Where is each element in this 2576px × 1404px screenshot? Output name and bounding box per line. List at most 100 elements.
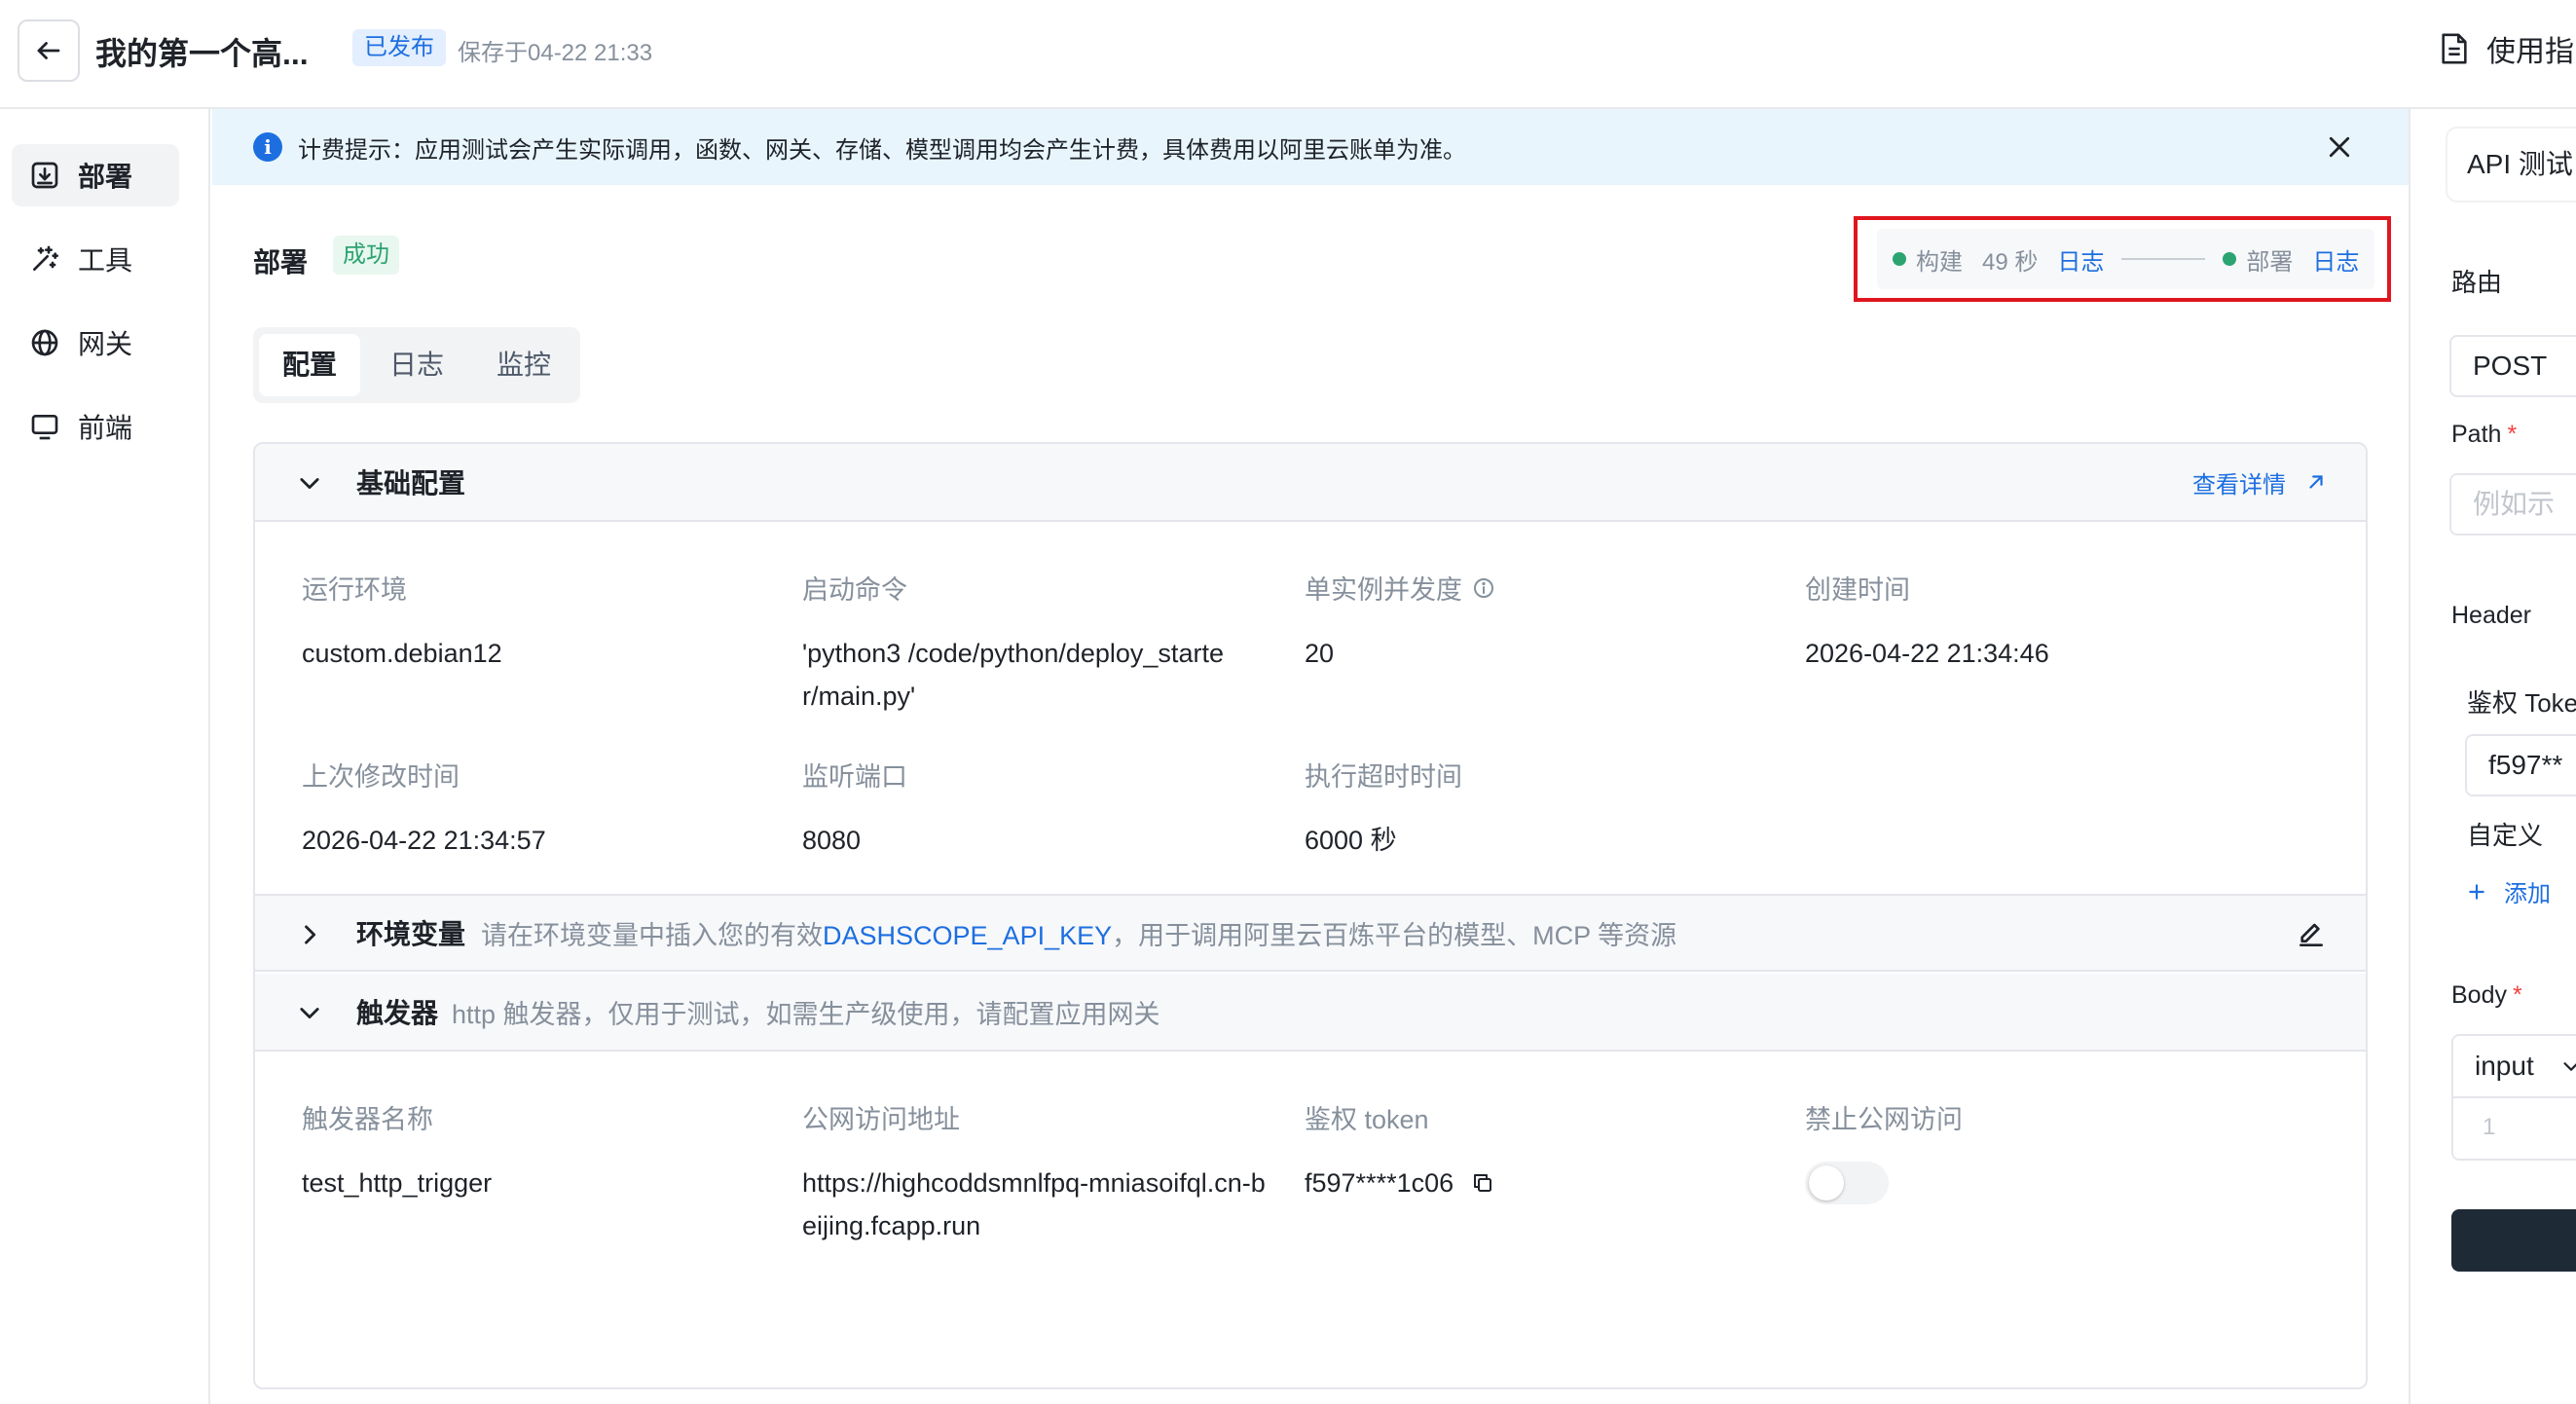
http-method-select[interactable]: POST: [2449, 335, 2576, 397]
line-number: 1: [2483, 1114, 2496, 1140]
trigger-header[interactable]: 触发器 http 触发器，仅用于测试，如需生产级使用，请配置应用网关: [255, 974, 2366, 1052]
back-button[interactable]: [18, 19, 80, 82]
field-modified-time: 上次修改时间 2026-04-22 21:34:57: [302, 756, 546, 862]
field-label: 运行环境: [302, 575, 407, 605]
env-vars-title: 环境变量: [356, 919, 466, 949]
close-icon[interactable]: [2325, 132, 2354, 162]
trigger-description: http 触发器，仅用于测试，如需生产级使用，请配置应用网关: [452, 999, 1160, 1029]
field-value: custom.debian12: [302, 639, 502, 668]
field-listen-port: 监听端口 8080: [802, 756, 907, 862]
api-key-highlight: DASHSCOPE_API_KEY: [823, 920, 1113, 950]
path-input[interactable]: 例如示: [2449, 473, 2576, 536]
sidebar-item-label: 工具: [78, 245, 133, 276]
auth-token-input[interactable]: f597**: [2465, 734, 2576, 796]
usage-guide-link[interactable]: 使用指: [2440, 27, 2574, 70]
billing-banner: i 计费提示：应用测试会产生实际调用，函数、网关、存储、模型调用均会产生计费，具…: [212, 109, 2409, 185]
deploy-icon: [31, 162, 58, 189]
view-details-link[interactable]: 查看详情: [2192, 465, 2327, 499]
build-stage-label: 构建: [1916, 248, 1963, 276]
info-circle-icon[interactable]: [1472, 576, 1495, 600]
chevron-right-icon[interactable]: [296, 921, 323, 948]
view-details-label: 查看详情: [2192, 471, 2286, 499]
field-value: 6000 秒: [1305, 826, 1397, 855]
monitor-icon: [31, 415, 58, 440]
config-card: 基础配置 查看详情 运行环境 custom.debian12 启动命令 'pyt…: [253, 442, 2368, 1389]
deploy-log-link[interactable]: 日志: [2312, 242, 2359, 277]
body-type-select[interactable]: input: [2453, 1036, 2576, 1098]
sidebar-item-label: 前端: [78, 413, 133, 443]
tools-icon: [33, 245, 58, 271]
field-label: 触发器名称: [302, 1105, 433, 1134]
basic-config-title: 基础配置: [356, 468, 466, 499]
trigger-title: 触发器: [356, 998, 439, 1028]
published-badge: 已发布: [352, 29, 446, 66]
sidebar-item-gateway[interactable]: 网关: [12, 312, 179, 374]
field-auth-token: 鉴权 token f597****1c06: [1305, 1098, 1494, 1204]
build-status-dot: [1893, 252, 1906, 266]
field-value: f597****1c06: [1305, 1168, 1454, 1198]
env-vars-header[interactable]: 环境变量 请在环境变量中插入您的有效DASHSCOPE_API_KEY，用于调用…: [255, 894, 2366, 972]
field-trigger-name: 触发器名称 test_http_trigger: [302, 1098, 492, 1204]
build-duration: 49 秒: [1982, 248, 2039, 276]
add-header-button[interactable]: 添加: [2467, 874, 2551, 908]
field-value: 'python3 /code/python/deploy_starter/mai…: [802, 639, 1224, 711]
body-editor[interactable]: input 1: [2451, 1034, 2576, 1161]
field-label: 鉴权 token: [1305, 1105, 1429, 1134]
auth-token-label: 鉴权 Toke: [2467, 688, 2576, 718]
public-url-link[interactable]: https://highcoddsmnlfpq-mniasoifql.cn-be…: [802, 1162, 1270, 1247]
required-mark: *: [2512, 981, 2522, 1009]
edit-icon[interactable]: [2296, 919, 2327, 950]
tab-monitor[interactable]: 监控: [473, 334, 574, 396]
plus-icon: [2469, 883, 2484, 900]
deploy-status-badge: 成功: [333, 236, 399, 275]
copy-icon[interactable]: [1471, 1171, 1494, 1195]
field-label: 监听端口: [802, 762, 907, 792]
chevron-down-icon[interactable]: [296, 999, 323, 1026]
sidebar-item-deploy[interactable]: 部署: [12, 144, 179, 206]
field-created-time: 创建时间 2026-04-22 21:34:46: [1805, 569, 2049, 675]
field-concurrency: 单实例并发度 20: [1305, 569, 1495, 675]
deploy-pipeline: 构建 49 秒 日志 部署 日志: [1854, 216, 2391, 302]
field-start-command: 启动命令 'python3 /code/python/deploy_starte…: [802, 569, 1231, 718]
field-timeout: 执行超时时间 6000 秒: [1305, 756, 1462, 862]
field-value: test_http_trigger: [302, 1168, 493, 1198]
field-runtime: 运行环境 custom.debian12: [302, 569, 502, 675]
tab-api-test[interactable]: API 测试: [2447, 129, 2576, 201]
sidebar-item-tools[interactable]: 工具: [12, 228, 179, 290]
sidebar-item-label: 部署: [78, 162, 133, 192]
chevron-down-icon: [2563, 1062, 2576, 1071]
block-public-toggle[interactable]: [1805, 1162, 1889, 1204]
path-label: Path *: [2451, 421, 2518, 448]
basic-config-header[interactable]: 基础配置 查看详情: [255, 444, 2366, 522]
field-label: 禁止公网访问: [1805, 1105, 1963, 1134]
field-block-public: 禁止公网访问: [1805, 1098, 1963, 1204]
chevron-down-icon[interactable]: [296, 469, 323, 497]
field-value: 2026-04-22 21:34:46: [1805, 639, 2049, 668]
deploy-status-dot: [2223, 252, 2237, 266]
app-title: 我的第一个高...: [95, 36, 309, 71]
top-bar: 我的第一个高... 已发布 保存于04-22 21:33 使用指: [0, 0, 2576, 109]
header-label: Header: [2451, 602, 2531, 629]
tab-logs[interactable]: 日志: [366, 334, 467, 396]
sidebar: 部署 工具 网关 前端: [0, 109, 210, 1404]
body-label: Body *: [2451, 981, 2522, 1009]
field-label: 公网访问地址: [802, 1105, 960, 1134]
build-log-link[interactable]: 日志: [2057, 242, 2104, 277]
sidebar-item-label: 网关: [78, 329, 133, 359]
field-label: 单实例并发度: [1305, 575, 1462, 605]
document-icon: [2442, 33, 2467, 64]
field-value: 8080: [802, 826, 862, 855]
field-label: 上次修改时间: [302, 762, 460, 792]
sidebar-item-frontend[interactable]: 前端: [12, 395, 179, 458]
deploy-section-title: 部署: [253, 247, 309, 277]
add-header-label: 添加: [2504, 881, 2551, 907]
deploy-stage-label: 部署: [2246, 248, 2294, 276]
api-test-panel: API 测试 路由 POST Path * 例如示 Header 鉴权 Toke …: [2409, 109, 2576, 1404]
tab-config[interactable]: 配置: [259, 334, 361, 396]
field-value: 20: [1305, 639, 1335, 668]
pipeline-connector: [2121, 258, 2206, 260]
billing-banner-text: 计费提示：应用测试会产生实际调用，函数、网关、存储、模型调用均会产生计费，具体费…: [298, 136, 1466, 164]
external-link-icon: [2309, 475, 2323, 489]
field-label: 创建时间: [1805, 575, 1910, 605]
send-request-button[interactable]: [2451, 1209, 2576, 1272]
